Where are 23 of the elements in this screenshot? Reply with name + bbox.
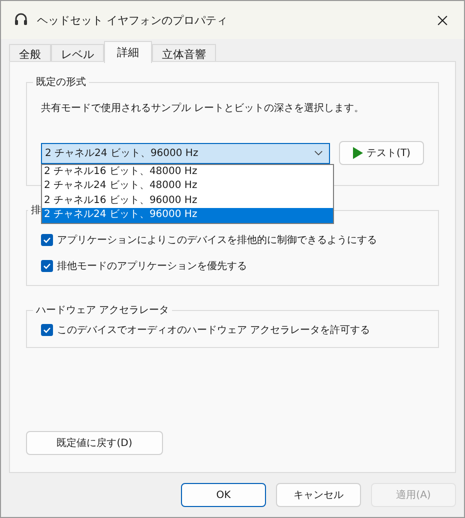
- headset-icon: [13, 12, 29, 28]
- window-title: ヘッドセット イヤフォンのプロパティ: [37, 12, 228, 28]
- dropdown-option[interactable]: 2 チャネル24 ビット、48000 Hz: [42, 179, 333, 194]
- description-text: 共有モードで使用されるサンプル レートとビットの深さを選択します。: [41, 102, 366, 115]
- restore-defaults-button[interactable]: 既定値に戻す(D): [26, 431, 163, 455]
- group-title: 既定の形式: [33, 75, 89, 89]
- dialog-button[interactable]: キャンセル: [276, 483, 361, 507]
- chevron-down-icon: [314, 150, 324, 156]
- dialog-button[interactable]: OK: [181, 483, 266, 507]
- checkbox-label: アプリケーションによりこのデバイスを排他的に制御できるようにする: [57, 234, 377, 247]
- checkbox-label: 排他モードのアプリケーションを優先する: [57, 260, 247, 273]
- checkbox[interactable]: [41, 324, 53, 336]
- checkbox[interactable]: [41, 234, 53, 246]
- test-button[interactable]: テスト(T): [339, 141, 424, 165]
- checkbox[interactable]: [41, 260, 53, 272]
- dropdown-option[interactable]: 2 チャネル24 ビット、96000 Hz: [42, 208, 333, 222]
- group-title: ハードウェア アクセラレータ: [33, 303, 172, 317]
- dropdown-option[interactable]: 2 チャネル16 ビット、48000 Hz: [42, 164, 333, 179]
- dropdown-option[interactable]: 2 チャネル16 ビット、96000 Hz: [42, 194, 333, 208]
- checkbox-label: このデバイスでオーディオのハードウェア アクセラレータを許可する: [57, 324, 370, 337]
- close-icon[interactable]: [437, 14, 448, 26]
- play-icon: [352, 147, 363, 159]
- tab[interactable]: 詳細: [104, 41, 152, 63]
